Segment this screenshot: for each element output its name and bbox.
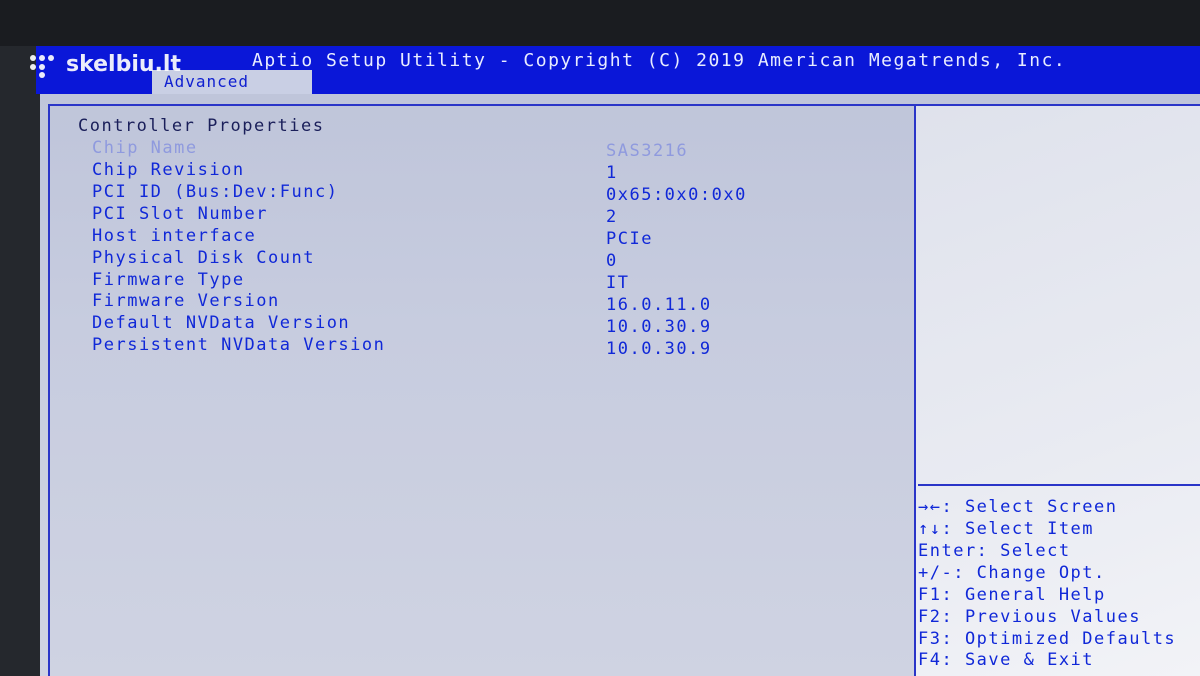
help-select-screen: →←: Select Screen	[918, 497, 1118, 517]
row-value-host-interface: PCIe	[606, 229, 653, 249]
help-general-help: F1: General Help	[918, 585, 1106, 605]
monitor-bezel	[0, 0, 1200, 46]
watermark-dots-icon	[30, 53, 60, 78]
row-label-host-interface[interactable]: Host interface	[92, 226, 256, 246]
row-label-pci-slot[interactable]: PCI Slot Number	[92, 204, 268, 224]
row-value-chip-name: SAS3216	[606, 141, 689, 161]
watermark-logo: skelbiu.lt	[30, 52, 181, 78]
row-label-default-nvdata[interactable]: Default NVData Version	[92, 313, 350, 333]
row-value-persistent-nvdata: 10.0.30.9	[606, 339, 712, 359]
row-value-pci-id: 0x65:0x0:0x0	[606, 185, 747, 205]
bios-screen: Aptio Setup Utility - Copyright (C) 2019…	[0, 0, 1200, 676]
row-label-physical-disk-count[interactable]: Physical Disk Count	[92, 248, 315, 268]
help-select-item: ↑↓: Select Item	[918, 519, 1095, 539]
row-label-persistent-nvdata[interactable]: Persistent NVData Version	[92, 335, 385, 355]
row-value-firmware-version: 16.0.11.0	[606, 295, 712, 315]
row-label-firmware-version[interactable]: Firmware Version	[92, 291, 280, 311]
row-value-pci-slot: 2	[606, 207, 618, 227]
row-label-firmware-type[interactable]: Firmware Type	[92, 270, 245, 290]
watermark-text: skelbiu.lt	[66, 52, 181, 77]
help-divider	[918, 484, 1200, 486]
row-value-default-nvdata: 10.0.30.9	[606, 317, 712, 337]
title-bar: Aptio Setup Utility - Copyright (C) 2019…	[36, 46, 1200, 94]
row-label-pci-id[interactable]: PCI ID (Bus:Dev:Func)	[92, 182, 338, 202]
row-value-firmware-type: IT	[606, 273, 630, 293]
help-optimized-defaults: F3: Optimized Defaults	[918, 629, 1177, 649]
help-previous-values: F2: Previous Values	[918, 607, 1141, 627]
section-title: Controller Properties	[78, 116, 325, 136]
help-save-exit: F4: Save & Exit	[918, 650, 1095, 670]
row-label-chip-name[interactable]: Chip Name	[92, 138, 198, 158]
row-label-chip-revision[interactable]: Chip Revision	[92, 160, 245, 180]
row-value-chip-revision: 1	[606, 163, 618, 183]
help-change-opt: +/-: Change Opt.	[918, 563, 1106, 583]
row-value-physical-disk-count: 0	[606, 251, 618, 271]
title-text: Aptio Setup Utility - Copyright (C) 2019…	[252, 50, 1067, 71]
help-enter-select: Enter: Select	[918, 541, 1071, 561]
